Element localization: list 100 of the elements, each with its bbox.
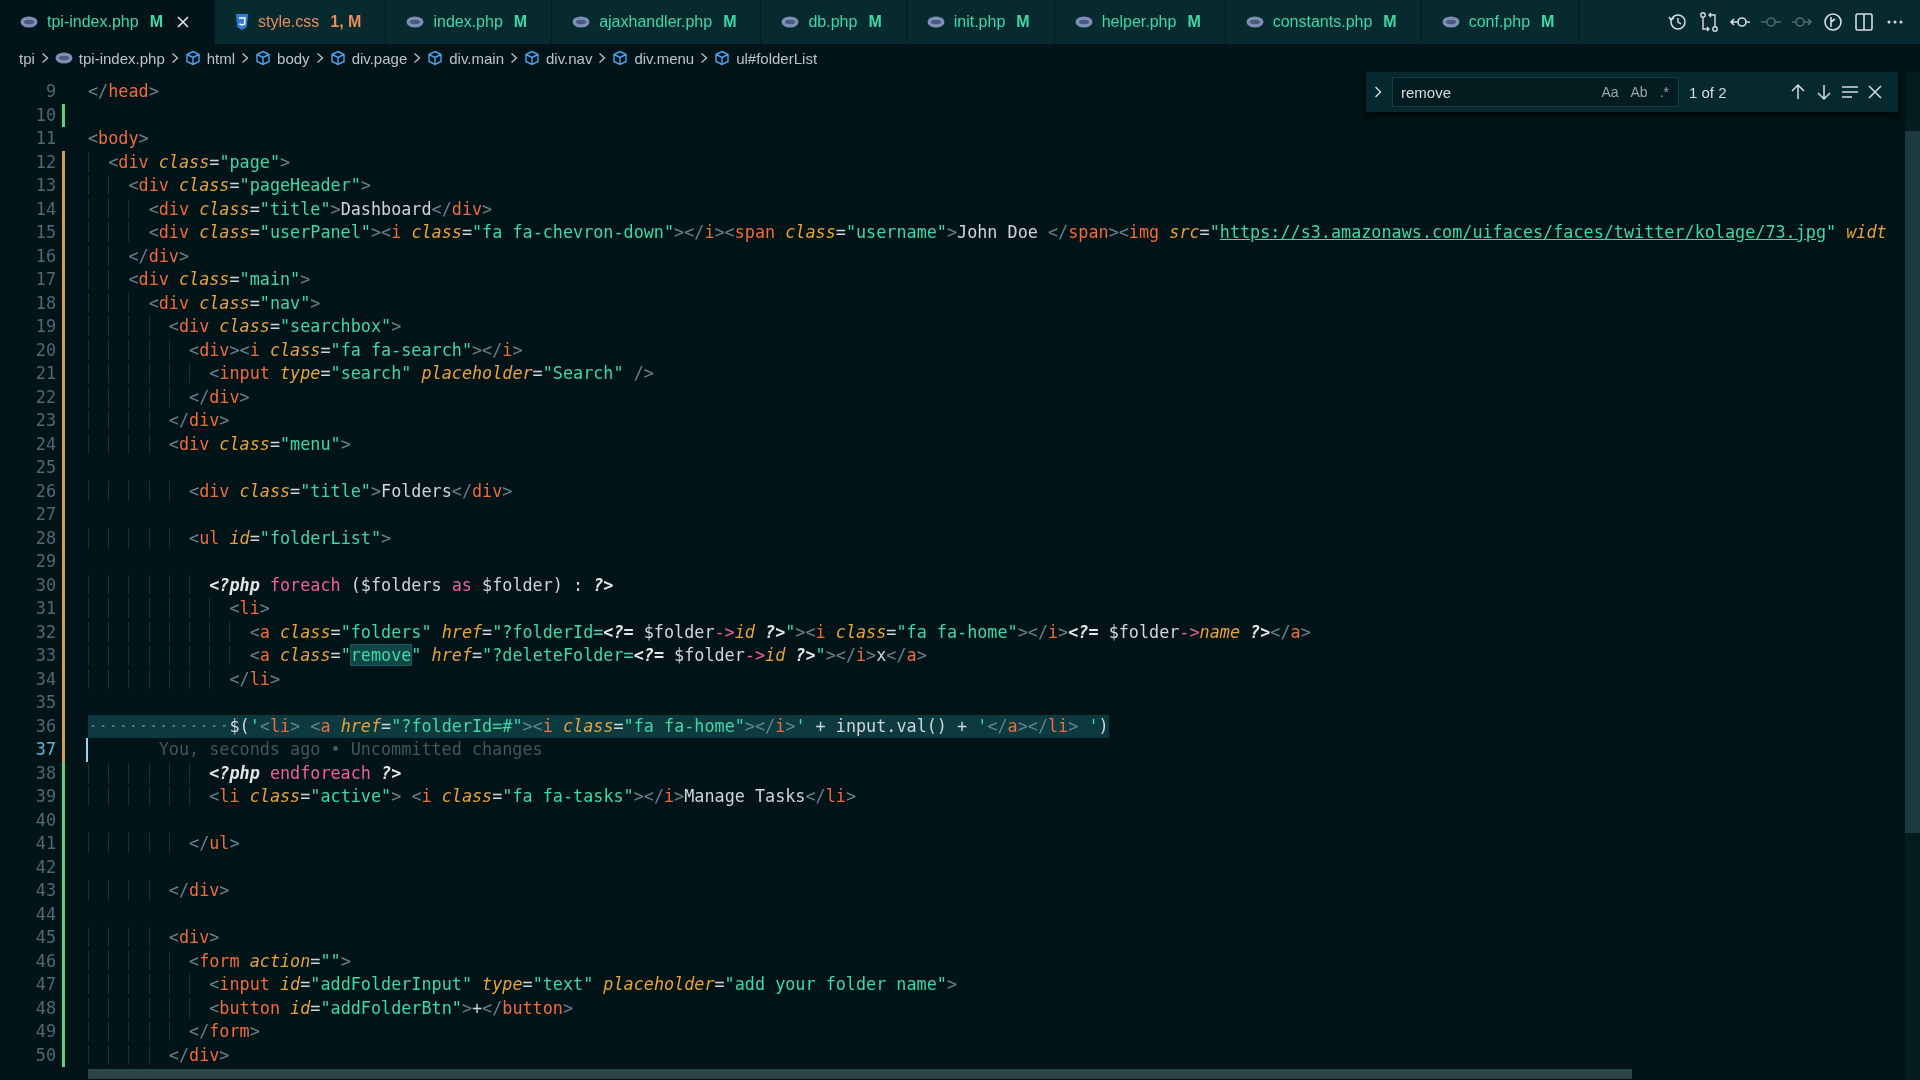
line-number: 21 [34, 362, 56, 385]
line-number: 24 [34, 432, 56, 456]
editor-tab[interactable]: tpi-index.php M [0, 0, 215, 44]
breadcrumb-item[interactable]: div.nav [546, 49, 593, 67]
chevron-icon [700, 52, 709, 64]
line-number: 11 [34, 127, 56, 150]
line-number: 34 [34, 667, 56, 691]
find-option-toggle[interactable]: .* [1656, 82, 1672, 102]
line-number: 25 [34, 456, 56, 479]
text-cursor [86, 738, 88, 762]
code-line: </div> [88, 879, 230, 903]
chevron-icon [315, 52, 324, 64]
chevron-icon[interactable] [1372, 84, 1384, 100]
code-line: <li> [88, 597, 270, 621]
line-number: 29 [34, 550, 56, 573]
find-option-toggle[interactable]: Aa [1598, 82, 1622, 102]
cube-icon [524, 50, 540, 66]
code-line: <div><i class="fa fa-search"></i> [88, 338, 523, 362]
match-count: 1 of 2 [1689, 83, 1728, 101]
arrow-up-icon[interactable] [1789, 83, 1807, 101]
code-line: <li class="active"> <i class="fa fa-tasks"></i>Manage Tasks</li> [88, 785, 856, 809]
chevron-icon [241, 52, 250, 64]
line-number: 49 [34, 1020, 56, 1043]
line-number: 45 [34, 926, 56, 949]
compare-icon[interactable] [1698, 11, 1720, 33]
history-icon[interactable] [1667, 11, 1689, 33]
close-icon[interactable] [175, 15, 190, 29]
code-line: <div class="searchbox"> [88, 315, 402, 339]
line-number: 14 [34, 197, 56, 221]
line-number: 39 [34, 785, 56, 808]
chevron-icon [40, 52, 49, 64]
code-line: <div class="nav"> [88, 291, 321, 315]
code-line: <div> [88, 926, 220, 950]
css-file-icon [234, 14, 249, 30]
find-in-selection-icon[interactable] [1841, 83, 1859, 101]
split-editor-icon[interactable] [1853, 11, 1875, 33]
line-number: 40 [34, 808, 56, 832]
breadcrumb-item[interactable]: html [206, 49, 236, 67]
php-file-icon [926, 16, 945, 28]
line-number: 36 [34, 714, 56, 738]
breadcrumb-item[interactable]: ul#folderList [736, 49, 818, 67]
line-number: 12 [34, 150, 56, 174]
line-number: 44 [34, 902, 56, 926]
close-icon[interactable] [1867, 84, 1883, 100]
php-file-icon [1441, 16, 1460, 28]
line-number: 10 [34, 103, 56, 127]
line-number: 20 [34, 338, 56, 362]
line-number: 32 [34, 620, 56, 644]
breadcrumb-item[interactable]: body [277, 49, 310, 67]
chevron-icon [598, 52, 607, 64]
breadcrumb-item[interactable]: tpi [19, 49, 35, 67]
line-number: 22 [34, 385, 56, 409]
code-line: </div> [88, 385, 250, 409]
code-line: </div> [88, 244, 190, 268]
line-number: 48 [34, 996, 56, 1020]
code-line: <?php foreach ($folders as $folder) : ?> [88, 573, 614, 597]
php-file-icon [54, 52, 73, 64]
breadcrumb-item[interactable]: tpi-index.php [78, 49, 165, 67]
line-number: 15 [34, 221, 56, 244]
blame-annotation: You, seconds ago • Uncommitted changes [158, 738, 543, 761]
code-line: <ul id="folderList"> [88, 526, 392, 550]
vertical-scrollbar[interactable] [1905, 72, 1920, 1080]
code-line: <div class="main"> [88, 268, 311, 292]
cube-icon [427, 50, 444, 66]
code-line: </div> [88, 409, 230, 433]
cube-icon [612, 50, 629, 66]
code-line: <div class="page"> [88, 150, 291, 174]
code-line: <div class="title">Folders</div> [88, 479, 513, 503]
code-line: <body> [88, 127, 149, 150]
line-number: 46 [34, 949, 56, 973]
code-line: <div class="userPanel"><i class="fa fa-chevron-down"></i><span class="username">John Doe </span><img src="https://s3.amazonaws.com/uifaces/faces/twitter/kolage/73.jpg" widt [88, 221, 1887, 245]
code-line: </head> [88, 80, 159, 103]
find-option-toggle[interactable]: Ab [1627, 82, 1651, 102]
line-number: 28 [34, 526, 56, 550]
breadcrumb-item[interactable]: div.menu [634, 49, 695, 67]
line-number: 19 [34, 315, 56, 338]
cube-icon [255, 50, 272, 66]
timeline-icon[interactable] [1822, 11, 1844, 33]
line-number: 27 [34, 503, 56, 526]
line-number: 26 [34, 479, 56, 503]
line-number: 50 [34, 1043, 56, 1067]
code-line: </div> [88, 1043, 230, 1067]
horizontal-scrollbar[interactable] [88, 1069, 1632, 1079]
code-line: <?php endforeach ?> [88, 761, 402, 785]
line-number: 35 [34, 691, 56, 714]
line-number: 31 [34, 597, 56, 620]
chevron-icon [510, 52, 518, 64]
arrow-down-icon[interactable] [1815, 83, 1833, 101]
code-line: <a class="folders" href="?folderId=<?= $folder->id ?>"><i class="fa fa-home"></i><?= $folder->name ?></a> [88, 620, 1311, 644]
breadcrumb-item[interactable]: div.main [449, 49, 504, 67]
line-number: 30 [34, 573, 56, 597]
breadcrumb-item[interactable]: div.page [351, 49, 408, 67]
code-line: <input type="search" placeholder="Search" /> [88, 362, 654, 386]
code-line: <input id="addFolderInput" type="text" placeholder="add your folder name"> [88, 973, 957, 997]
line-number: 16 [34, 244, 56, 268]
line-number: 38 [34, 761, 56, 785]
cube-icon [714, 50, 731, 66]
line-number: 42 [34, 855, 56, 879]
cube-icon [184, 50, 201, 66]
find-input[interactable]: remove Aa Ab .* [1392, 77, 1679, 107]
